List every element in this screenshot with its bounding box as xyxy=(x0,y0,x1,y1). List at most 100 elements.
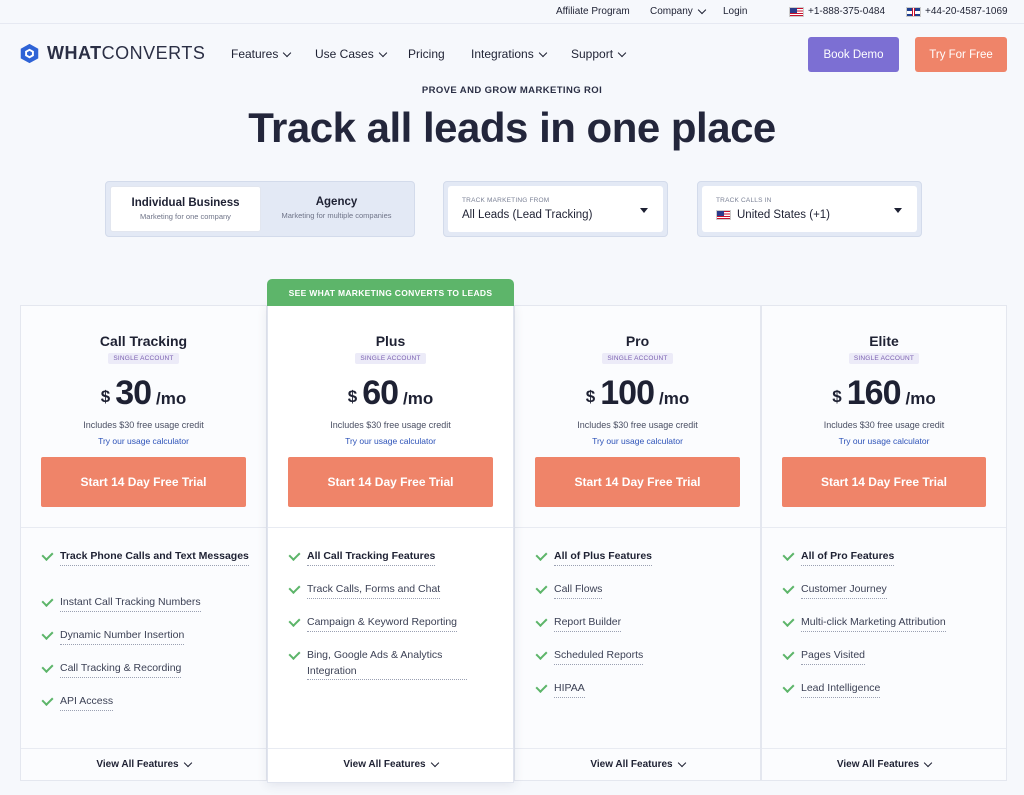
view-all-label: View All Features xyxy=(590,759,673,770)
start-trial-button[interactable]: Start 14 Day Free Trial xyxy=(288,457,493,507)
plan-card-elite: Elite SINGLE ACCOUNT $160/mo Includes $3… xyxy=(761,305,1007,781)
plan-badge: SINGLE ACCOUNT xyxy=(602,353,673,364)
feature-text[interactable]: All of Pro Features xyxy=(801,549,895,566)
plan-card-pro: Pro SINGLE ACCOUNT $100/mo Includes $30 … xyxy=(514,305,761,781)
nav-pricing-label: Pricing xyxy=(408,47,445,61)
start-trial-button[interactable]: Start 14 Day Free Trial xyxy=(41,457,246,507)
chevron-down-icon xyxy=(283,48,292,57)
price-currency: $ xyxy=(347,387,358,406)
feature-text[interactable]: Lead Intelligence xyxy=(801,681,881,698)
view-all-label: View All Features xyxy=(836,759,920,770)
affiliate-label: Affiliate Program xyxy=(556,6,630,17)
usage-calculator-link[interactable]: Try our usage calculator xyxy=(21,436,266,446)
book-demo-button[interactable]: Book Demo xyxy=(808,37,899,72)
start-trial-button[interactable]: Start 14 Day Free Trial xyxy=(535,457,740,507)
feature-text[interactable]: Call Tracking & Recording xyxy=(60,661,182,678)
phone-us-label: +1-888-375-0484 xyxy=(808,6,886,17)
feature-text[interactable]: Report Builder xyxy=(554,615,622,632)
card-divider xyxy=(268,527,513,528)
toggle-individual-business[interactable]: Individual Business Marketing for one co… xyxy=(110,186,261,232)
feature-text[interactable]: Dynamic Number Insertion xyxy=(60,628,185,645)
chevron-down-icon xyxy=(538,48,547,57)
usage-calculator-link[interactable]: Try our usage calculator xyxy=(515,436,760,446)
feature-item: Scheduled Reports xyxy=(535,647,746,681)
logo-light-text: CONVERTS xyxy=(101,43,206,63)
view-all-features-link[interactable]: View All Features xyxy=(762,758,1006,770)
plan-price: $30/mo xyxy=(21,374,266,413)
feature-text[interactable]: Call Flows xyxy=(554,582,603,599)
toggle-title: Agency xyxy=(315,196,358,208)
start-trial-button[interactable]: Start 14 Day Free Trial xyxy=(782,457,986,507)
nav-features[interactable]: Features xyxy=(231,47,292,61)
account-type-toggle: Individual Business Marketing for one co… xyxy=(105,181,415,237)
usage-calculator-link[interactable]: Try our usage calculator xyxy=(762,436,1006,446)
chevron-down-icon xyxy=(677,758,686,768)
price-period: /mo xyxy=(658,389,690,408)
nav-support-label: Support xyxy=(571,47,614,61)
view-all-features-link[interactable]: View All Features xyxy=(21,758,266,770)
usage-credit-text: Includes $30 free usage credit xyxy=(823,420,945,430)
chevron-down-icon xyxy=(923,758,933,768)
check-icon xyxy=(535,647,548,661)
feature-item: Track Phone Calls and Text Messages xyxy=(41,548,252,595)
card-divider xyxy=(515,748,760,749)
track-calls-select[interactable]: TRACK CALLS IN United States (+1) xyxy=(697,181,922,237)
select-value-text: All Leads (Lead Tracking) xyxy=(462,209,593,221)
view-all-label: View All Features xyxy=(343,759,426,770)
nav-use-cases[interactable]: Use Cases xyxy=(315,47,387,61)
nav-integrations[interactable]: Integrations xyxy=(471,47,547,61)
feature-text[interactable]: Customer Journey xyxy=(801,582,887,599)
phone-uk-link[interactable]: +44-20-4587-1069 xyxy=(906,6,1008,17)
hero-eyebrow: PROVE AND GROW MARKETING ROI xyxy=(421,85,603,96)
view-all-features-link[interactable]: View All Features xyxy=(515,758,760,770)
check-icon xyxy=(41,548,54,562)
us-flag-icon xyxy=(789,6,804,17)
feature-text[interactable]: All Call Tracking Features xyxy=(307,549,436,566)
feature-text[interactable]: Scheduled Reports xyxy=(554,648,644,665)
toggle-agency[interactable]: Agency Marketing for multiple companies xyxy=(261,186,412,232)
plan-price: $60/mo xyxy=(268,374,513,413)
view-all-features-link[interactable]: View All Features xyxy=(268,758,513,770)
plan-name: Pro xyxy=(625,333,650,349)
company-menu[interactable]: Company xyxy=(650,5,707,17)
nav-use-cases-label: Use Cases xyxy=(315,47,374,61)
feature-item: Track Calls, Forms and Chat xyxy=(288,581,499,615)
feature-text[interactable]: API Access xyxy=(60,694,114,711)
feature-text[interactable]: Campaign & Keyword Reporting xyxy=(307,615,457,632)
usage-credit-text: Includes $30 free usage credit xyxy=(83,420,204,430)
feature-text[interactable]: HIPAA xyxy=(554,681,585,698)
feature-item: API Access xyxy=(41,693,252,727)
logo[interactable]: WHATCONVERTS xyxy=(19,43,205,64)
caret-down-icon xyxy=(640,208,648,213)
feature-text[interactable]: Bing, Google Ads & Analytics Integration xyxy=(307,648,467,680)
track-marketing-select[interactable]: TRACK MARKETING FROM All Leads (Lead Tra… xyxy=(443,181,668,237)
feature-text[interactable]: Pages Visited xyxy=(801,648,866,665)
price-period: /mo xyxy=(403,389,434,408)
select-field: TRACK CALLS IN United States (+1) xyxy=(702,186,917,232)
select-caption: TRACK MARKETING FROM xyxy=(462,197,550,204)
nav-support[interactable]: Support xyxy=(571,47,627,61)
nav-pricing[interactable]: Pricing xyxy=(408,47,445,61)
feature-list: All Call Tracking Features Track Calls, … xyxy=(288,548,499,694)
usage-calculator-link[interactable]: Try our usage calculator xyxy=(268,436,513,446)
feature-text[interactable]: Track Phone Calls and Text Messages xyxy=(60,549,249,566)
affiliate-program-link[interactable]: Affiliate Program xyxy=(556,6,630,17)
login-link[interactable]: Login xyxy=(723,6,747,17)
select-value-text: United States (+1) xyxy=(737,209,831,221)
feature-text[interactable]: Instant Call Tracking Numbers xyxy=(60,595,201,612)
chevron-down-icon xyxy=(183,758,192,768)
feature-text[interactable]: Track Calls, Forms and Chat xyxy=(307,582,441,599)
select-field: TRACK MARKETING FROM All Leads (Lead Tra… xyxy=(448,186,663,232)
price-period: /mo xyxy=(905,389,936,408)
plan-badge: SINGLE ACCOUNT xyxy=(848,353,920,364)
feature-item: Instant Call Tracking Numbers xyxy=(41,594,252,628)
feature-text[interactable]: All of Plus Features xyxy=(554,549,653,566)
plan-price: $160/mo xyxy=(762,374,1006,413)
feature-list: All of Plus Features Call Flows Report B… xyxy=(535,548,746,714)
check-icon xyxy=(41,627,54,641)
try-for-free-button[interactable]: Try For Free xyxy=(915,37,1007,72)
phone-us-link[interactable]: +1-888-375-0484 xyxy=(789,6,885,17)
chevron-down-icon xyxy=(697,5,707,15)
feature-text[interactable]: Multi-click Marketing Attribution xyxy=(801,615,946,632)
plan-name: Elite xyxy=(869,333,899,349)
